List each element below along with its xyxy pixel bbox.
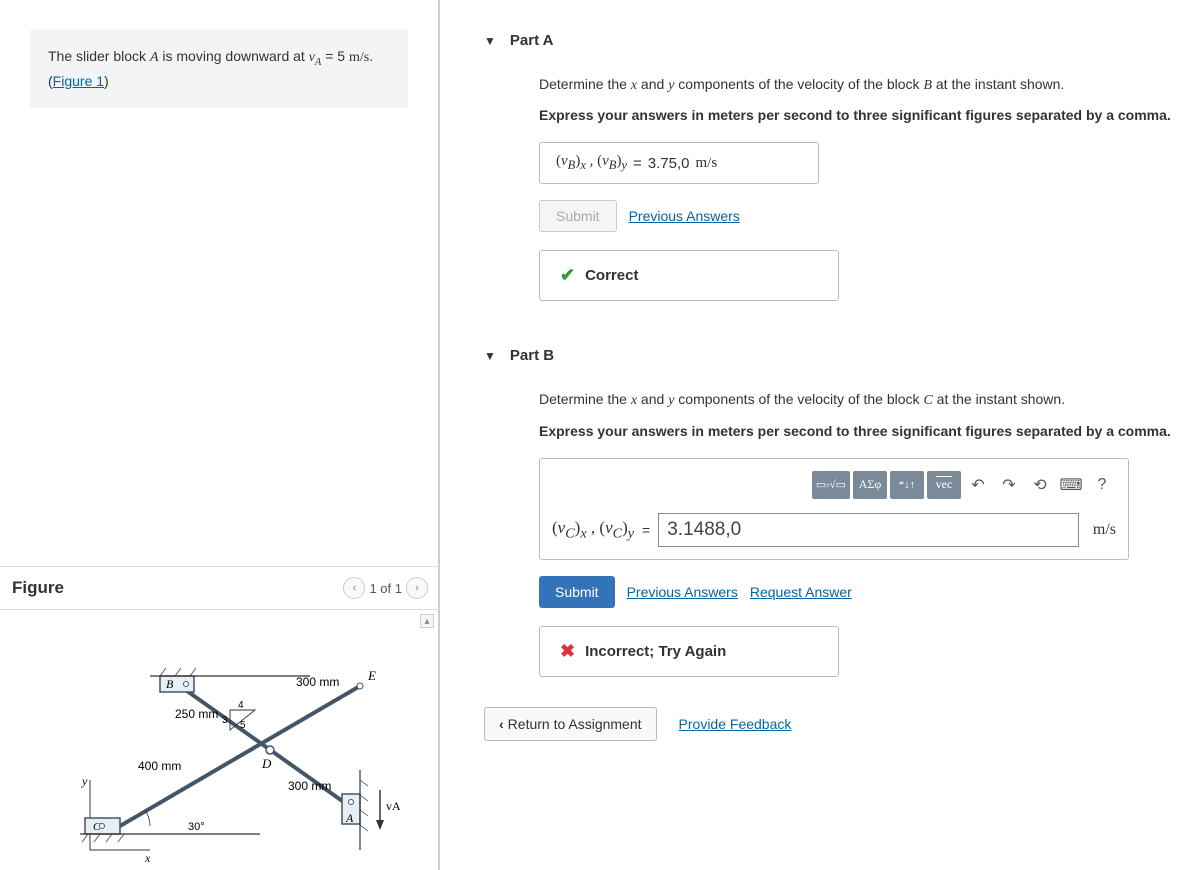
footer-row: ‹Return to Assignment Provide Feedback xyxy=(484,693,1176,741)
return-to-assignment-button[interactable]: ‹Return to Assignment xyxy=(484,707,657,741)
axis-y-label: y xyxy=(81,774,88,788)
problem-text-pre: The slider block xyxy=(48,48,150,64)
axis-x-label: x xyxy=(144,851,151,865)
x-icon: ✖ xyxy=(560,641,575,662)
part-a-answer-display: (vB)x , (vB)y = 3.75,0 m/s xyxy=(539,142,819,184)
templates-tool-button[interactable]: ▭▫√▭ xyxy=(812,471,850,499)
left-pane: The slider block A is moving downward at… xyxy=(0,0,440,870)
help-icon[interactable]: ? xyxy=(1088,471,1116,499)
figure-next-button[interactable]: › xyxy=(406,577,428,599)
problem-eq: = 5 xyxy=(321,48,349,64)
redo-icon[interactable]: ↷ xyxy=(995,471,1023,499)
mechanism-diagram: y x C D B xyxy=(60,650,400,870)
undo-icon[interactable]: ↶ xyxy=(964,471,992,499)
problem-post: . xyxy=(369,48,373,64)
part-a-instruction: Determine the x and y components of the … xyxy=(539,73,1176,97)
part-a-value: 3.75,0 xyxy=(648,155,690,172)
part-b-instruction: Determine the x and y components of the … xyxy=(539,388,1176,412)
tri-4: 4 xyxy=(238,700,244,711)
vec-tool-button[interactable]: vec xyxy=(927,471,961,499)
provide-feedback-link[interactable]: Provide Feedback xyxy=(679,716,792,732)
figure-panel: Figure ‹ 1 of 1 › ▴ y x C xyxy=(0,566,440,870)
part-b-unit: m/s xyxy=(1087,521,1116,539)
greek-tool-button[interactable]: ΑΣφ xyxy=(853,471,887,499)
part-a-equals: = xyxy=(633,155,642,172)
figure-link[interactable]: Figure 1 xyxy=(53,73,104,89)
dim-400: 400 mm xyxy=(138,759,181,773)
part-b-header[interactable]: ▼ Part B xyxy=(484,335,1176,376)
figure-nav: ‹ 1 of 1 › xyxy=(343,577,428,599)
part-a-unit: m/s xyxy=(695,155,717,172)
chevron-left-icon: ‹ xyxy=(499,716,504,732)
part-b-feedback: ✖ Incorrect; Try Again xyxy=(539,626,839,677)
part-b-answer-editor: ▭▫√▭ ΑΣφ *↓↑ vec ↶ ↷ ⟲ ⌨ ? (vC)x , (vC)y… xyxy=(539,458,1129,560)
editor-toolbar: ▭▫√▭ ΑΣφ *↓↑ vec ↶ ↷ ⟲ ⌨ ? xyxy=(552,471,1116,499)
part-a-title: Part A xyxy=(510,32,554,49)
angle-30: 30° xyxy=(188,821,205,833)
reset-icon[interactable]: ⟲ xyxy=(1026,471,1054,499)
dim-300a: 300 mm xyxy=(296,675,339,689)
problem-statement-box: The slider block A is moving downward at… xyxy=(30,30,408,108)
scroll-up-icon[interactable]: ▴ xyxy=(420,614,434,628)
part-b-lhs: (vC)x , (vC)y xyxy=(552,518,634,542)
figure-body: ▴ y x C xyxy=(0,610,440,870)
part-a-lhs: (vB)x , (vB)y xyxy=(556,153,627,173)
right-pane: ▼ Part A Determine the x and y component… xyxy=(460,0,1200,761)
part-b-incorrect-label: Incorrect; Try Again xyxy=(585,643,726,660)
label-B: B xyxy=(166,677,174,691)
part-b-body: Determine the x and y components of the … xyxy=(484,388,1176,686)
caret-down-icon: ▼ xyxy=(484,34,496,48)
part-b-request-answer-link[interactable]: Request Answer xyxy=(750,584,852,600)
label-E: E xyxy=(367,668,376,683)
part-a-submit-button: Submit xyxy=(539,200,617,232)
var-A: A xyxy=(150,50,159,65)
keyboard-icon[interactable]: ⌨ xyxy=(1057,471,1085,499)
subscript-tool-button[interactable]: *↓↑ xyxy=(890,471,924,499)
problem-unit: m/s xyxy=(349,50,369,65)
figref-post: ) xyxy=(104,73,109,89)
problem-text-mid: is moving downward at xyxy=(159,48,309,64)
figure-prev-button[interactable]: ‹ xyxy=(343,577,365,599)
part-a-body: Determine the x and y components of the … xyxy=(484,73,1176,311)
checkmark-icon: ✔ xyxy=(560,265,575,286)
part-a-feedback: ✔ Correct xyxy=(539,250,839,301)
part-b-format-hint: Express your answers in meters per secon… xyxy=(539,421,1176,442)
tri-5: 5 xyxy=(240,720,246,731)
figure-counter: 1 of 1 xyxy=(369,581,402,596)
part-a-previous-answers-link[interactable]: Previous Answers xyxy=(629,208,740,224)
part-b-title: Part B xyxy=(510,347,554,364)
part-a-correct-label: Correct xyxy=(585,267,638,284)
part-b-answer-input[interactable] xyxy=(658,513,1079,547)
part-a-format-hint: Express your answers in meters per secon… xyxy=(539,105,1176,126)
dim-250: 250 mm xyxy=(175,707,218,721)
part-b-submit-button[interactable]: Submit xyxy=(539,576,615,608)
label-D: D xyxy=(261,756,272,771)
caret-down-icon: ▼ xyxy=(484,349,496,363)
label-vA: vA xyxy=(386,799,400,813)
part-b-previous-answers-link[interactable]: Previous Answers xyxy=(627,584,738,600)
tri-3: 3 xyxy=(222,715,228,726)
part-b-equals: = xyxy=(642,522,650,538)
dim-300b: 300 mm xyxy=(288,779,331,793)
part-a-header[interactable]: ▼ Part A xyxy=(484,20,1176,61)
label-A: A xyxy=(345,811,354,825)
figure-header: Figure ‹ 1 of 1 › xyxy=(0,566,440,610)
figure-title: Figure xyxy=(12,578,64,598)
